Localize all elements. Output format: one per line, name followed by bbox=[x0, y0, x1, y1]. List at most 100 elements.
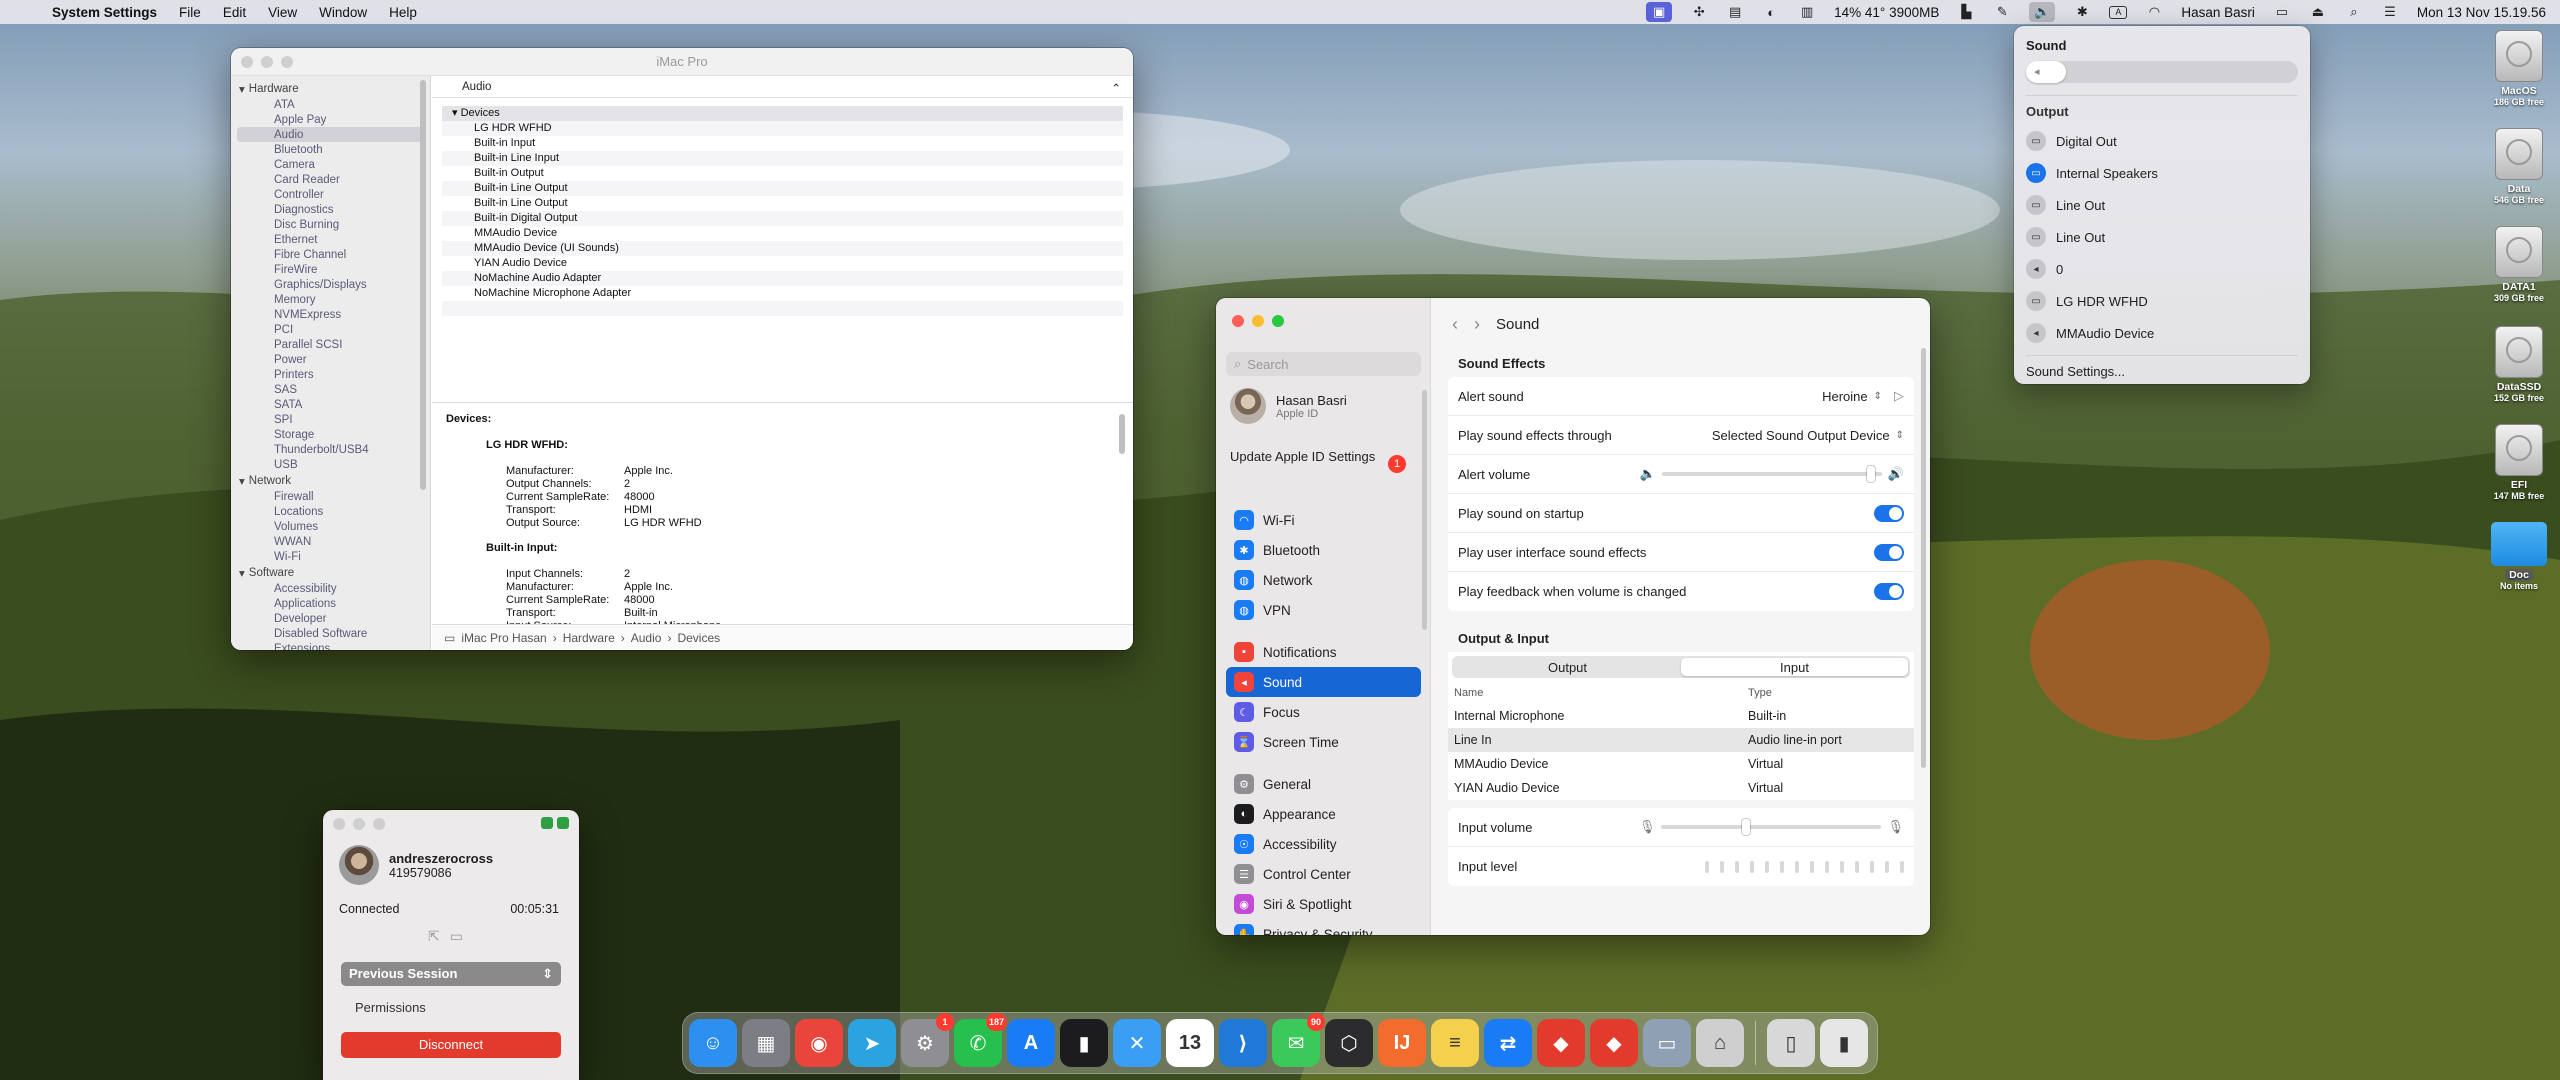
sidebar-item-vpn[interactable]: ◍ VPN bbox=[1226, 595, 1421, 625]
sidebar-item-parallel-scsi[interactable]: Parallel SCSI bbox=[231, 337, 430, 352]
zoom-button[interactable] bbox=[1272, 315, 1284, 327]
play-through-popup[interactable]: Selected Sound Output Device ⇕ bbox=[1712, 428, 1904, 443]
desktop-item-datassd[interactable]: DataSSD 152 GB free bbox=[2474, 326, 2560, 403]
details-scrollbar[interactable] bbox=[1119, 414, 1125, 454]
device-row[interactable]: Built-in Line Output bbox=[442, 181, 1123, 196]
device-row[interactable]: Built-in Digital Output bbox=[442, 211, 1123, 226]
forward-chevron-icon[interactable]: › bbox=[1474, 314, 1480, 335]
sidebar-item-card-reader[interactable]: Card Reader bbox=[231, 172, 430, 187]
sidebar-item-volumes[interactable]: Volumes bbox=[231, 519, 430, 534]
spotlight-search-icon[interactable]: ⌕ bbox=[2345, 4, 2363, 19]
sidebar-item-power[interactable]: Power bbox=[231, 352, 430, 367]
dock-remote-icon[interactable]: ⇄ bbox=[1484, 1019, 1532, 1067]
menubar-user[interactable]: Hasan Basri bbox=[2181, 5, 2255, 20]
dock-vs-code-icon[interactable]: ⟩ bbox=[1219, 1019, 1267, 1067]
sidebar-item-extensions[interactable]: Extensions bbox=[231, 641, 430, 651]
desktop-item-efi[interactable]: EFI 147 MB free bbox=[2474, 424, 2560, 501]
sidebar-item-general[interactable]: ⚙ General bbox=[1226, 769, 1421, 799]
output-device-digital-out[interactable]: ▭ Digital Out bbox=[2026, 125, 2298, 157]
sidebar-item-memory[interactable]: Memory bbox=[231, 292, 430, 307]
sidebar-item-siri-spotlight[interactable]: ◉ Siri & Spotlight bbox=[1226, 889, 1421, 919]
dock-xcode-icon[interactable]: ✕ bbox=[1113, 1019, 1161, 1067]
breadcrumb-item-audio[interactable]: Audio bbox=[631, 631, 662, 645]
volume-slider-fill[interactable] bbox=[2026, 61, 2066, 83]
slider-knob[interactable] bbox=[1742, 819, 1751, 835]
dock-app-store-icon[interactable]: A bbox=[1007, 1019, 1055, 1067]
menubar-clock[interactable]: Mon 13 Nov 15.19.56 bbox=[2417, 5, 2546, 20]
disclosure-triangle-icon[interactable]: ▾ bbox=[452, 107, 461, 119]
device-row[interactable]: NoMachine Microphone Adapter bbox=[442, 286, 1123, 301]
dock-intellij-icon[interactable]: IJ bbox=[1378, 1019, 1426, 1067]
tab-output[interactable]: Output bbox=[1454, 658, 1681, 676]
ui-sounds-toggle[interactable] bbox=[1874, 543, 1904, 561]
sidebar-item-storage[interactable]: Storage bbox=[231, 427, 430, 442]
device-row[interactable]: Built-in Input bbox=[442, 136, 1123, 151]
sidebar-item-bluetooth[interactable]: ✱ Bluetooth bbox=[1226, 535, 1421, 565]
timemachine-icon[interactable]: ◐ bbox=[1762, 5, 1780, 20]
sidebar-item-nvmexpress[interactable]: NVMExpress bbox=[231, 307, 430, 322]
dock-trash-icon[interactable]: ▮ bbox=[1820, 1019, 1868, 1067]
table-row[interactable]: YIAN Audio Device Virtual bbox=[1448, 776, 1914, 800]
sidebar-item-sata[interactable]: SATA bbox=[231, 397, 430, 412]
output-device-line-out[interactable]: ▭ Line Out bbox=[2026, 189, 2298, 221]
minimize-button[interactable] bbox=[261, 56, 273, 68]
device-row[interactable]: MMAudio Device (UI Sounds) bbox=[442, 241, 1123, 256]
apple-id-row[interactable]: Hasan Basri Apple ID bbox=[1230, 388, 1347, 424]
sidebar-item-disabled-software[interactable]: Disabled Software bbox=[231, 626, 430, 641]
dock-whatsapp-icon[interactable]: ✆ 187 bbox=[954, 1013, 1007, 1067]
sidebar-item-diagnostics[interactable]: Diagnostics bbox=[231, 202, 430, 217]
table-row[interactable]: MMAudio Device Virtual bbox=[1448, 752, 1914, 776]
dock-launchpad-icon[interactable]: ▦ bbox=[742, 1019, 790, 1067]
update-apple-id-row[interactable]: Update Apple ID Settings 1 bbox=[1230, 448, 1420, 473]
pane-scrollbar[interactable] bbox=[1921, 348, 1926, 768]
session-select[interactable]: Previous Session ⇕ bbox=[341, 962, 561, 986]
volume-icon[interactable]: 🔈 bbox=[2029, 2, 2056, 22]
breadcrumb-item-devices[interactable]: Devices bbox=[677, 631, 720, 645]
sidebar-item-camera[interactable]: Camera bbox=[231, 157, 430, 172]
desktop-item-macos[interactable]: MacOS 186 GB free bbox=[2474, 30, 2560, 107]
dock-downloads-icon[interactable]: ▯ bbox=[1767, 1019, 1815, 1067]
alert-sound-popup[interactable]: Heroine ⇕ ▷ bbox=[1822, 388, 1904, 404]
sidebar-item-wi-fi[interactable]: Wi-Fi bbox=[231, 549, 430, 564]
zoom-button[interactable] bbox=[281, 56, 293, 68]
sound-settings-link[interactable]: Sound Settings... bbox=[2026, 364, 2298, 379]
keyboard-brightness-icon[interactable]: ▙ bbox=[1957, 4, 1975, 19]
sidebar-item-accessibility[interactable]: Accessibility bbox=[231, 581, 430, 596]
system-stats[interactable]: 14% 41° 3900MB bbox=[1834, 5, 1939, 20]
minimize-button[interactable] bbox=[353, 818, 365, 830]
device-row[interactable]: NoMachine Audio Adapter bbox=[442, 271, 1123, 286]
dock-finder-icon[interactable]: ☺ bbox=[689, 1019, 737, 1067]
search-input[interactable]: ⌕ Search bbox=[1226, 352, 1421, 376]
sidebar-item-sas[interactable]: SAS bbox=[231, 382, 430, 397]
dock-calendar-icon[interactable]: 13 bbox=[1166, 1019, 1214, 1067]
sidebar-item-firewall[interactable]: Firewall bbox=[231, 489, 430, 504]
sidebar-item-developer[interactable]: Developer bbox=[231, 611, 430, 626]
menu-file[interactable]: File bbox=[179, 5, 201, 20]
dock-chrome-icon[interactable]: ◉ bbox=[795, 1019, 843, 1067]
dock-terminal-icon[interactable]: ▮ bbox=[1060, 1019, 1108, 1067]
output-device-0[interactable]: ◂ 0 bbox=[2026, 253, 2298, 285]
sidebar-item-ethernet[interactable]: Ethernet bbox=[231, 232, 430, 247]
sidebar-item-firewire[interactable]: FireWire bbox=[231, 262, 430, 277]
sidebar-item-network[interactable]: ◍ Network bbox=[1226, 565, 1421, 595]
dock-messages-icon[interactable]: ✉ 90 bbox=[1272, 1013, 1325, 1067]
sidebar-group-hardware[interactable]: ▾ Hardware bbox=[231, 80, 430, 97]
sidebar-item-notifications[interactable]: ▪ Notifications bbox=[1226, 637, 1421, 667]
menu-help[interactable]: Help bbox=[389, 5, 417, 20]
dock-telegram-icon[interactable]: ➤ bbox=[848, 1019, 896, 1067]
dropbox-icon[interactable]: ✣ bbox=[1690, 4, 1708, 19]
sidebar-item-appearance[interactable]: ◐ Appearance bbox=[1226, 799, 1421, 829]
sidebar-item-controller[interactable]: Controller bbox=[231, 187, 430, 202]
disclosure-triangle-icon[interactable]: ▾ bbox=[239, 566, 245, 580]
input-source-icon[interactable]: A bbox=[2109, 5, 2128, 19]
pen-icon[interactable]: ✎ bbox=[1993, 4, 2011, 19]
permissions-link[interactable]: Permissions bbox=[355, 1000, 426, 1015]
sidebar-item-applications[interactable]: Applications bbox=[231, 596, 430, 611]
dock-openai-icon[interactable]: ⬡ bbox=[1325, 1019, 1373, 1067]
menu-app-name[interactable]: System Settings bbox=[52, 5, 157, 20]
clipboard-icon[interactable]: ▤ bbox=[1726, 4, 1744, 19]
sidebar-item-screen-time[interactable]: ⌛ Screen Time bbox=[1226, 727, 1421, 757]
disclosure-triangle-icon[interactable]: ▾ bbox=[239, 82, 245, 96]
breadcrumb-item-imac-pro-hasan[interactable]: iMac Pro Hasan bbox=[461, 631, 546, 645]
table-row[interactable]: Line In Audio line-in port bbox=[1448, 728, 1914, 752]
